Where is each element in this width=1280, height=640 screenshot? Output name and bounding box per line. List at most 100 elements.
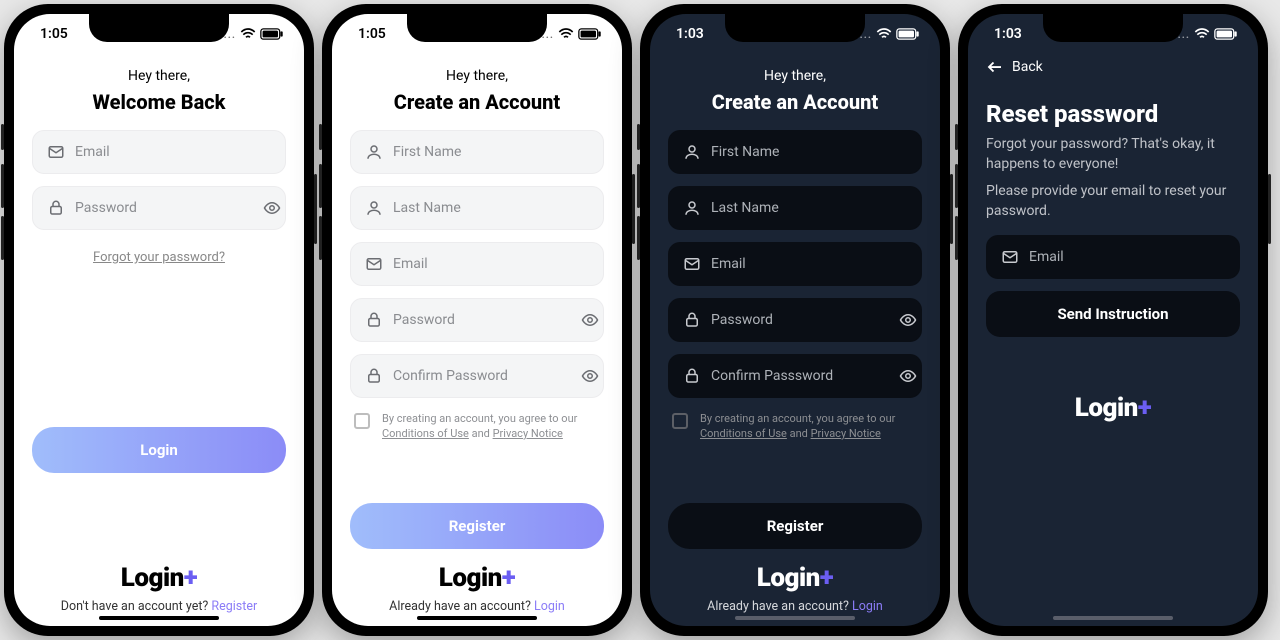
wifi-icon [876, 28, 892, 40]
login-light-screen: 1:05 .... Hey there, Welcome Back [14, 14, 304, 626]
password-input[interactable] [393, 312, 571, 328]
battery-icon [260, 28, 284, 40]
page-title: Create an Account [350, 90, 604, 114]
conditions-link[interactable]: Conditions of Use [382, 427, 469, 440]
page-title: Create an Account [668, 90, 922, 114]
email-field[interactable] [350, 242, 604, 286]
back-button[interactable]: Back [968, 54, 1258, 76]
firstname-field[interactable] [668, 130, 922, 174]
user-icon [365, 143, 383, 161]
arrow-left-icon [986, 58, 1004, 76]
register-prompt: Don't have an account yet? Register [32, 599, 286, 614]
lastname-input[interactable] [711, 200, 907, 216]
page-title: Reset password [986, 100, 1240, 128]
register-light-screen: 1:05 .... Hey there, Create an Account B… [332, 14, 622, 626]
lock-icon [47, 199, 65, 217]
reset-description-2: Please provide your email to reset your … [986, 181, 1240, 222]
lock-icon [683, 367, 701, 385]
mail-icon [683, 255, 701, 273]
terms-row: By creating an account, you agree to our… [350, 410, 604, 444]
page-title: Welcome Back [32, 90, 286, 114]
reset-description-1: Forgot your password? That's okay, it ha… [986, 134, 1240, 175]
greeting-text: Hey there, [350, 68, 604, 84]
register-button[interactable]: Register [350, 503, 604, 549]
lock-icon [365, 311, 383, 329]
brand-logo: Login+ [350, 563, 604, 593]
eye-icon[interactable] [899, 311, 917, 329]
login-prompt: Already have an account? Login [668, 599, 922, 614]
conditions-link[interactable]: Conditions of Use [700, 427, 787, 440]
terms-checkbox[interactable] [672, 413, 688, 429]
home-indicator [735, 616, 855, 620]
confirm-password-input[interactable] [711, 368, 889, 384]
lastname-input[interactable] [393, 200, 589, 216]
mail-icon [47, 143, 65, 161]
battery-icon [1214, 28, 1238, 40]
password-input[interactable] [711, 312, 889, 328]
terms-row: By creating an account, you agree to our… [668, 410, 922, 444]
eye-icon[interactable] [263, 199, 281, 217]
email-input[interactable] [1029, 249, 1225, 265]
login-link[interactable]: Login [852, 599, 883, 614]
mail-icon [1001, 248, 1019, 266]
privacy-link[interactable]: Privacy Notice [811, 427, 881, 440]
send-instruction-button[interactable]: Send Instruction [986, 291, 1240, 337]
terms-checkbox[interactable] [354, 413, 370, 429]
eye-icon[interactable] [581, 311, 599, 329]
confirm-password-input[interactable] [393, 368, 571, 384]
password-field[interactable] [32, 186, 286, 230]
clock: 1:05 [40, 26, 68, 42]
home-indicator [1053, 616, 1173, 620]
login-link[interactable]: Login [534, 599, 565, 614]
reset-dark-screen: 1:03 .... Back Reset password Forgot you… [968, 14, 1258, 626]
home-indicator [99, 616, 219, 620]
lastname-field[interactable] [668, 186, 922, 230]
password-field[interactable] [350, 298, 604, 342]
greeting-text: Hey there, [32, 68, 286, 84]
wifi-icon [1194, 28, 1210, 40]
user-icon [365, 199, 383, 217]
login-prompt: Already have an account? Login [350, 599, 604, 614]
terms-text: By creating an account, you agree to our… [700, 412, 918, 442]
register-link[interactable]: Register [211, 599, 257, 614]
battery-icon [896, 28, 920, 40]
email-field[interactable] [668, 242, 922, 286]
forgot-password-link[interactable]: Forgot your password? [32, 250, 286, 265]
brand-logo: Login+ [986, 393, 1240, 423]
wifi-icon [240, 28, 256, 40]
brand-logo: Login+ [32, 563, 286, 593]
wifi-icon [558, 28, 574, 40]
terms-text: By creating an account, you agree to our… [382, 412, 600, 442]
user-icon [683, 143, 701, 161]
greeting-text: Hey there, [668, 68, 922, 84]
register-dark-screen: 1:03 .... Hey there, Create an Account B… [650, 14, 940, 626]
confirm-password-field[interactable] [668, 354, 922, 398]
email-field[interactable] [32, 130, 286, 174]
clock: 1:03 [994, 26, 1022, 42]
email-input[interactable] [393, 256, 589, 272]
login-button[interactable]: Login [32, 427, 286, 473]
confirm-password-field[interactable] [350, 354, 604, 398]
lastname-field[interactable] [350, 186, 604, 230]
password-field[interactable] [668, 298, 922, 342]
privacy-link[interactable]: Privacy Notice [493, 427, 563, 440]
clock: 1:05 [358, 26, 386, 42]
battery-icon [578, 28, 602, 40]
home-indicator [417, 616, 537, 620]
eye-icon[interactable] [899, 367, 917, 385]
back-label: Back [1012, 59, 1043, 75]
firstname-input[interactable] [393, 144, 589, 160]
register-button[interactable]: Register [668, 503, 922, 549]
clock: 1:03 [676, 26, 704, 42]
email-input[interactable] [75, 144, 271, 160]
email-input[interactable] [711, 256, 907, 272]
email-field[interactable] [986, 235, 1240, 279]
firstname-field[interactable] [350, 130, 604, 174]
firstname-input[interactable] [711, 144, 907, 160]
eye-icon[interactable] [581, 367, 599, 385]
brand-logo: Login+ [668, 563, 922, 593]
lock-icon [365, 367, 383, 385]
lock-icon [683, 311, 701, 329]
user-icon [683, 199, 701, 217]
password-input[interactable] [75, 200, 253, 216]
